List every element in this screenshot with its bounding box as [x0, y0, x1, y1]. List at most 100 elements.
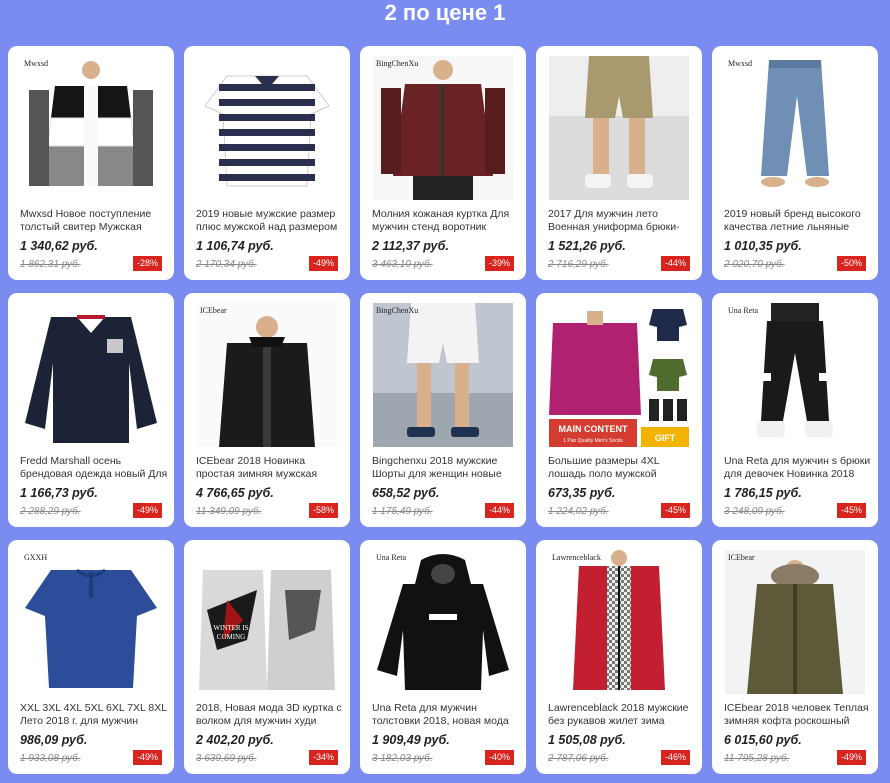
- product-card-15[interactable]: ICEbear ICEbear 2018 человек Теплая зимн…: [712, 540, 878, 774]
- striped-polo-photo: [197, 56, 337, 200]
- polo-gift-photo: MAIN CONTENT 1 Pair Quality Men's Socks …: [549, 303, 689, 447]
- product-title[interactable]: 2017 Для мужчин лето Военная униформа бр…: [548, 208, 696, 234]
- product-price: 1 786,15 руб.: [724, 486, 802, 500]
- brand-tag: GXXH: [24, 553, 48, 562]
- product-title[interactable]: 2018, Новая мода 3D куртка с волком для …: [196, 702, 344, 728]
- brand-tag: Lawrenceblack: [552, 553, 601, 562]
- product-card-5[interactable]: Mwxsd 2019 новый бренд высокого качества…: [712, 46, 878, 280]
- product-old-price: 1 862,31 руб.: [20, 259, 81, 270]
- product-card-1[interactable]: Mwxsd Mwxsd Новое поступление толстый св…: [8, 46, 174, 280]
- product-title[interactable]: 2019 новые мужские размер плюс мужской н…: [196, 208, 344, 234]
- leather-jacket-photo: [373, 56, 513, 200]
- product-old-price: 11 795,28 руб.: [724, 753, 790, 764]
- product-card-7[interactable]: ICEbear ICEbear 2018 Новинка простая зим…: [184, 293, 350, 527]
- product-image[interactable]: ICEbear: [197, 303, 337, 447]
- product-title[interactable]: Lawrenceblack 2018 мужские без рукавов ж…: [548, 702, 696, 728]
- product-image[interactable]: [549, 56, 689, 200]
- product-title[interactable]: Una Reta для мужчин s брюки для девочек …: [724, 455, 872, 481]
- discount-badge: -44%: [484, 503, 514, 518]
- product-card-14[interactable]: Lawrenceblack Lawrenceblack 2018 мужские…: [536, 540, 702, 774]
- product-title[interactable]: 2019 новый бренд высокого качества летни…: [724, 208, 872, 234]
- product-card-11[interactable]: GXXH XXL 3XL 4XL 5XL 6XL 7XL 8XL Лето 20…: [8, 540, 174, 774]
- product-price: 1 521,26 руб.: [548, 239, 626, 253]
- product-price: 1 166,73 руб.: [20, 486, 98, 500]
- product-image[interactable]: ICEbear: [725, 550, 865, 694]
- svg-text:COMING: COMING: [217, 633, 245, 641]
- product-price: 1 909,49 руб.: [372, 733, 450, 747]
- product-card-8[interactable]: BingChenXu Bingchenxu 2018 мужские Шорты…: [360, 293, 526, 527]
- product-card-6[interactable]: Fredd Marshall осень брендовая одежда но…: [8, 293, 174, 527]
- discount-badge: -44%: [660, 256, 690, 271]
- linen-pants-photo: [725, 56, 865, 200]
- product-price: 1 106,74 руб.: [196, 239, 274, 253]
- product-price: 1 505,08 руб.: [548, 733, 626, 747]
- wolf-hoodie-photo: WINTER IS COMING: [197, 550, 337, 694]
- product-old-price: 1 224,02 руб.: [548, 506, 609, 517]
- product-price: 673,35 руб.: [548, 486, 616, 500]
- product-card-12[interactable]: WINTER IS COMING 2018, Новая мода 3D кур…: [184, 540, 350, 774]
- cardigan-photo: [21, 56, 161, 200]
- product-card-10[interactable]: Una Reta Una Reta для мужчин s брюки для…: [712, 293, 878, 527]
- product-title[interactable]: Bingchenxu 2018 мужские Шорты для женщин…: [372, 455, 520, 481]
- discount-badge: -49%: [132, 503, 162, 518]
- brand-tag: ICEbear: [728, 553, 755, 562]
- product-image[interactable]: [21, 303, 161, 447]
- product-card-2[interactable]: 2019 новые мужские размер плюс мужской н…: [184, 46, 350, 280]
- product-old-price: 11 349,09 руб.: [196, 506, 262, 517]
- product-title[interactable]: ICEbear 2018 Новинка простая зимняя мужс…: [196, 455, 344, 481]
- product-old-price: 3 463,10 руб.: [372, 259, 433, 270]
- product-title[interactable]: Una Reta для мужчин толстовки 2018, нова…: [372, 702, 520, 728]
- discount-badge: -45%: [836, 503, 866, 518]
- brand-tag: Mwxsd: [728, 59, 753, 68]
- discount-badge: -39%: [484, 256, 514, 271]
- product-title[interactable]: Fredd Marshall осень брендовая одежда но…: [20, 455, 168, 481]
- discount-badge: -34%: [308, 750, 338, 765]
- product-title[interactable]: XXL 3XL 4XL 5XL 6XL 7XL 8XL Лето 2018 г.…: [20, 702, 168, 728]
- product-old-price: 2 288,29 руб.: [20, 506, 81, 517]
- product-card-3[interactable]: BingChenXu Молния кожаная куртка Для муж…: [360, 46, 526, 280]
- brand-tag: BingChenXu: [376, 59, 419, 68]
- product-image[interactable]: BingChenXu: [373, 303, 513, 447]
- product-price: 1 010,35 руб.: [724, 239, 802, 253]
- product-card-4[interactable]: 2017 Для мужчин лето Военная униформа бр…: [536, 46, 702, 280]
- discount-badge: -50%: [836, 256, 866, 271]
- brand-tag: Una Reta: [728, 306, 758, 315]
- product-price: 658,52 руб.: [372, 486, 440, 500]
- product-card-9[interactable]: MAIN CONTENT 1 Pair Quality Men's Socks …: [536, 293, 702, 527]
- discount-badge: -46%: [660, 750, 690, 765]
- discount-badge: -49%: [132, 750, 162, 765]
- product-image[interactable]: Mwxsd: [725, 56, 865, 200]
- product-image[interactable]: Lawrenceblack: [549, 550, 689, 694]
- product-price: 1 340,62 руб.: [20, 239, 98, 253]
- product-old-price: 2 020,70 руб.: [724, 259, 785, 270]
- discount-badge: -58%: [308, 503, 338, 518]
- product-title[interactable]: Mwxsd Новое поступление толстый свитер М…: [20, 208, 168, 234]
- discount-badge: -49%: [836, 750, 866, 765]
- product-old-price: 3 639,69 руб.: [196, 753, 257, 764]
- product-image[interactable]: BingChenXu: [373, 56, 513, 200]
- product-old-price: 3 248,09 руб.: [724, 506, 785, 517]
- product-price: 6 015,60 руб.: [724, 733, 802, 747]
- product-price: 986,09 руб.: [20, 733, 88, 747]
- winter-jacket-photo: [197, 303, 337, 447]
- product-price: 2 402,20 руб.: [196, 733, 274, 747]
- product-grid: Mwxsd Mwxsd Новое поступление толстый св…: [8, 46, 883, 774]
- red-vest-photo: [549, 550, 689, 694]
- page-title: 2 по цене 1: [384, 0, 506, 25]
- product-image[interactable]: MAIN CONTENT 1 Pair Quality Men's Socks …: [549, 303, 689, 447]
- product-image[interactable]: Una Reta: [725, 303, 865, 447]
- product-image[interactable]: [197, 56, 337, 200]
- discount-badge: -45%: [660, 503, 690, 518]
- product-title[interactable]: Большие размеры 4XL лошадь поло мужской …: [548, 455, 696, 481]
- product-image[interactable]: Mwxsd: [21, 56, 161, 200]
- product-title[interactable]: Молния кожаная куртка Для мужчин стенд в…: [372, 208, 520, 234]
- brand-tag: BingChenXu: [376, 306, 419, 315]
- discount-badge: -49%: [308, 256, 338, 271]
- product-image[interactable]: Una Reta: [373, 550, 513, 694]
- product-image[interactable]: GXXH: [21, 550, 161, 694]
- product-image[interactable]: WINTER IS COMING: [197, 550, 337, 694]
- svg-text:WINTER IS: WINTER IS: [213, 624, 248, 632]
- product-card-13[interactable]: Una Reta Una Reta для мужчин толстовки 2…: [360, 540, 526, 774]
- discount-badge: -40%: [484, 750, 514, 765]
- product-title[interactable]: ICEbear 2018 человек Теплая зимняя кофта…: [724, 702, 872, 728]
